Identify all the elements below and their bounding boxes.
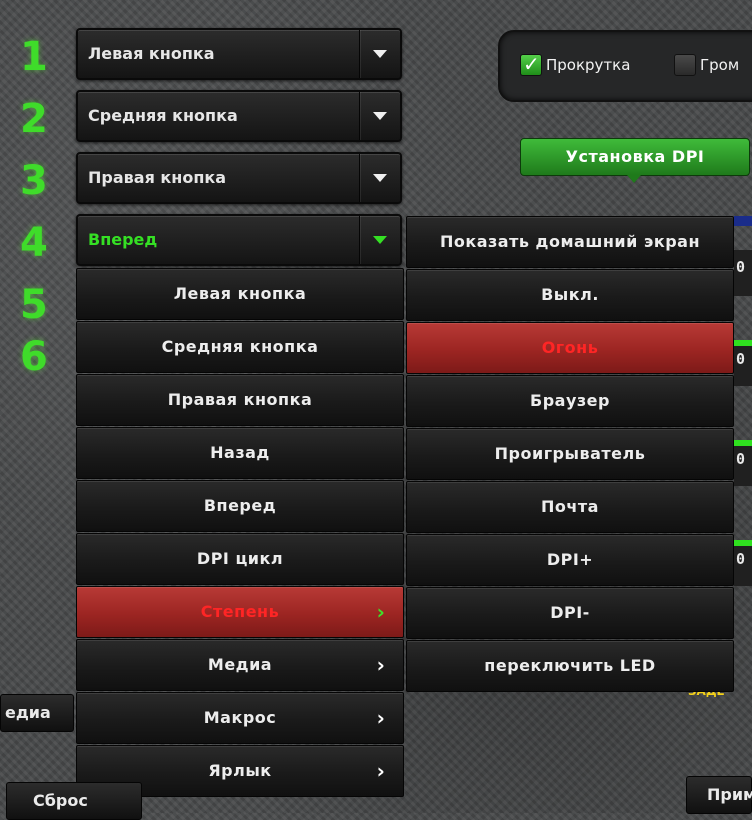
dpi-level-bar bbox=[734, 440, 752, 446]
menu-item-right-button[interactable]: Правая кнопка bbox=[76, 374, 404, 426]
dpi-slider-4[interactable]: 0 bbox=[734, 540, 752, 586]
scroll-checkbox-label: Прокрутка bbox=[546, 56, 631, 74]
volume-checkbox-label: Гром bbox=[700, 56, 740, 74]
submenu-item-label: Показать домашний экран bbox=[439, 232, 701, 251]
menu-item-label: Макрос bbox=[203, 708, 277, 727]
menu-item-label: Средняя кнопка bbox=[161, 337, 319, 356]
button-2-dropdown[interactable]: Средняя кнопка bbox=[76, 90, 402, 142]
submenu-item-label: Выкл. bbox=[541, 285, 599, 304]
submenu-item-label: переключить LED bbox=[484, 656, 656, 675]
menu-item-label: Вперед bbox=[203, 496, 277, 515]
menu-item-label: Правая кнопка bbox=[167, 390, 313, 409]
submenu-item-show-home[interactable]: Показать домашний экран bbox=[406, 216, 734, 268]
slot-number-3: 3 bbox=[20, 158, 48, 204]
submenu-item-label: Огонь bbox=[541, 338, 599, 357]
submenu-item-mail[interactable]: Почта bbox=[406, 481, 734, 533]
menu-item-macro[interactable]: Макрос › bbox=[76, 692, 404, 744]
menu-item-media[interactable]: Медиа › bbox=[76, 639, 404, 691]
submenu-item-browser[interactable]: Браузер bbox=[406, 375, 734, 427]
slot-number-6: 6 bbox=[20, 334, 48, 380]
dpi-slider-1[interactable]: 0 bbox=[734, 250, 752, 296]
dpi-value-1: 0 bbox=[736, 258, 746, 276]
submenu-item-off[interactable]: Выкл. bbox=[406, 269, 734, 321]
reset-button[interactable]: Сброс bbox=[6, 782, 142, 820]
submenu-item-label: DPI+ bbox=[546, 550, 594, 569]
chevron-right-icon: › bbox=[376, 759, 386, 783]
media-button[interactable]: едиа bbox=[0, 694, 74, 732]
menu-item-degree[interactable]: Степень › bbox=[76, 586, 404, 638]
dropdown-label: Вперед bbox=[88, 230, 158, 249]
dpi-level-bar bbox=[734, 540, 752, 546]
submenu-item-label: Проигрыватель bbox=[494, 444, 646, 463]
options-panel: Прокрутка Гром bbox=[498, 30, 752, 102]
slot-number-4: 4 bbox=[20, 220, 48, 266]
dpi-value-4: 0 bbox=[736, 550, 746, 568]
menu-item-forward[interactable]: Вперед bbox=[76, 480, 404, 532]
slot-number-1: 1 bbox=[20, 34, 48, 80]
menu-item-middle-button[interactable]: Средняя кнопка bbox=[76, 321, 404, 373]
submenu-item-dpi-minus[interactable]: DPI- bbox=[406, 587, 734, 639]
menu-item-back[interactable]: Назад bbox=[76, 427, 404, 479]
submenu-item-label: DPI- bbox=[550, 603, 590, 622]
dpi-value-2: 0 bbox=[736, 350, 746, 368]
menu-item-label: Назад bbox=[210, 443, 270, 462]
volume-checkbox[interactable] bbox=[674, 54, 696, 76]
chevron-down-icon[interactable] bbox=[359, 92, 400, 140]
submenu-item-label: Браузер bbox=[530, 391, 610, 410]
apply-button[interactable]: Прим bbox=[686, 776, 752, 814]
slot-number-5: 5 bbox=[20, 282, 48, 328]
dropdown-label: Левая кнопка bbox=[88, 44, 215, 63]
dpi-level-bar bbox=[734, 340, 752, 346]
dropdown-label: Правая кнопка bbox=[88, 168, 227, 187]
chevron-down-icon[interactable] bbox=[359, 30, 400, 78]
submenu-item-player[interactable]: Проигрыватель bbox=[406, 428, 734, 480]
chevron-down-icon[interactable] bbox=[359, 216, 400, 264]
chevron-down-icon[interactable] bbox=[359, 154, 400, 202]
menu-item-left-button[interactable]: Левая кнопка bbox=[76, 268, 404, 320]
chevron-right-icon: › bbox=[376, 600, 386, 624]
menu-item-dpi-cycle[interactable]: DPI цикл bbox=[76, 533, 404, 585]
dropdown-label: Средняя кнопка bbox=[88, 106, 238, 125]
menu-item-label: Ярлык bbox=[208, 761, 272, 780]
dpi-bar-strip bbox=[734, 216, 752, 226]
chevron-right-icon: › bbox=[376, 706, 386, 730]
button-4-dropdown[interactable]: Вперед bbox=[76, 214, 402, 266]
button-1-dropdown[interactable]: Левая кнопка bbox=[76, 28, 402, 80]
menu-item-label: Медиа bbox=[207, 655, 273, 674]
scroll-checkbox[interactable] bbox=[520, 52, 542, 76]
submenu-item-fire[interactable]: Огонь bbox=[406, 322, 734, 374]
menu-item-label: DPI цикл bbox=[196, 549, 284, 568]
submenu-item-toggle-led[interactable]: переключить LED bbox=[406, 640, 734, 692]
slot-number-2: 2 bbox=[20, 96, 48, 142]
dpi-slider-3[interactable]: 0 bbox=[734, 440, 752, 486]
submenu-item-label: Почта bbox=[541, 497, 599, 516]
dpi-slider-2[interactable]: 0 bbox=[734, 340, 752, 386]
submenu-item-dpi-plus[interactable]: DPI+ bbox=[406, 534, 734, 586]
chevron-right-icon: › bbox=[376, 653, 386, 677]
dpi-value-3: 0 bbox=[736, 450, 746, 468]
button-3-dropdown[interactable]: Правая кнопка bbox=[76, 152, 402, 204]
menu-item-label: Левая кнопка bbox=[173, 284, 307, 303]
dpi-settings-button[interactable]: Установка DPI bbox=[520, 138, 750, 183]
menu-item-label: Степень bbox=[200, 602, 280, 621]
